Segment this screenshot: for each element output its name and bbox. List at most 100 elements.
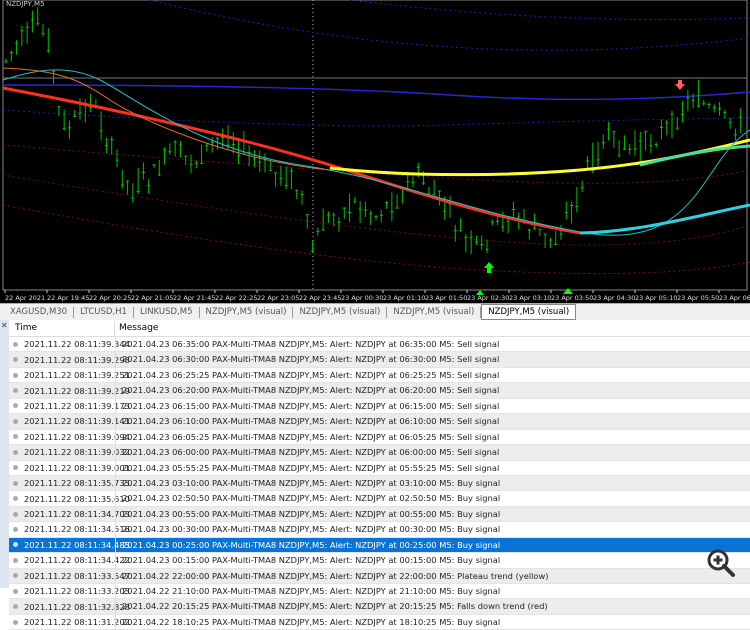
tab-6[interactable]: NZDJPY,M5 (visual) [387, 306, 482, 318]
row-message: 2021.04.23 00:30:00 PAX-Multi-TMA8 NZDJP… [115, 522, 500, 537]
x-tick-label: 22 Apr 23:05 [257, 294, 299, 302]
journal-header: Time Message [9, 319, 750, 337]
tab-2[interactable]: LTCUSD,H1 [74, 306, 134, 318]
x-tick-label: 23 Apr 00:30 [341, 294, 383, 302]
journal-row[interactable]: 2021.11.22 08:11:39.001 2021.04.23 05:55:… [9, 460, 750, 476]
close-icon[interactable]: ✕ [1, 321, 8, 330]
journal-row[interactable]: 2021.11.22 08:11:39.032 2021.04.23 06:00:… [9, 445, 750, 461]
info-icon [13, 542, 18, 548]
dark-red-band-2 [2, 174, 750, 246]
journal-row[interactable]: 2021.11.22 08:11:39.141 2021.04.23 06:10:… [9, 414, 750, 430]
info-icon [13, 357, 18, 363]
row-time: 2021.11.22 08:11:39.173 [24, 400, 130, 411]
row-time: 2021.11.22 08:11:34.422 [24, 555, 130, 566]
row-time: 2021.11.22 08:11:34.703 [24, 509, 130, 520]
journal-row[interactable]: 2021.11.22 08:11:39.298 2021.04.23 06:30:… [9, 352, 750, 368]
x-tick-label: 22 Apr 22:25 [215, 294, 257, 302]
x-tick-label: 22 Apr 2021 [5, 294, 45, 302]
zoom-in-icon[interactable] [706, 548, 736, 578]
candles [4, 7, 743, 255]
row-time: 2021.11.22 08:11:39.219 [24, 385, 130, 396]
row-time: 2021.11.22 08:11:39.251 [24, 370, 130, 381]
row-message: 2021.04.23 03:10:00 PAX-Multi-TMA8 NZDJP… [115, 475, 500, 491]
x-tick-label: 23 Apr 06: [719, 294, 750, 302]
x-tick-label: 23 Apr 04:30 [593, 294, 635, 302]
row-message: 2021.04.23 06:00:00 PAX-Multi-TMA8 NZDJP… [115, 445, 499, 460]
info-icon [13, 511, 18, 517]
row-time: 2021.11.22 08:11:35.610 [24, 493, 130, 504]
x-tick-label: 23 Apr 03:10 [509, 294, 551, 302]
info-icon [13, 465, 18, 471]
journal-row[interactable]: 2021.11.22 08:11:34.703 2021.04.23 00:55:… [9, 506, 750, 523]
x-tick-label: 22 Apr 21:45 [173, 294, 215, 302]
journal-row[interactable]: 2021.11.22 08:11:34.516 2021.04.23 00:30:… [9, 522, 750, 538]
x-tick-label: 22 Apr 19:45 [47, 294, 89, 302]
row-time: 2021.11.22 08:11:34.485 [24, 539, 130, 550]
row-message: 2021.04.23 06:25:25 PAX-Multi-TMA8 NZDJP… [115, 367, 499, 383]
info-icon [13, 496, 18, 502]
price-chart[interactable]: 22 Apr 2021 22 Apr 19:45 22 Apr 20:25 22 Ap… [0, 0, 750, 303]
buy-arrow-icon [484, 262, 494, 273]
tab-4[interactable]: NZDJPY,M5 (visual) [200, 306, 294, 318]
row-message: 2021.04.23 06:20:00 PAX-Multi-TMA8 NZDJP… [115, 383, 499, 398]
ma-red-line [2, 86, 581, 235]
upper-band-1 [149, 0, 750, 51]
journal-row[interactable]: 2021.11.22 08:11:35.735 2021.04.23 03:10:… [9, 475, 750, 492]
info-icon [13, 526, 18, 532]
x-tick-label: 23 Apr 05:10 [635, 294, 677, 302]
row-message: 2021.04.23 00:55:00 PAX-Multi-TMA8 NZDJP… [115, 506, 500, 522]
journal-row[interactable]: 2021.11.22 08:11:34.485 2021.04.23 00:25:… [9, 537, 750, 554]
journal-row[interactable]: 2021.11.22 08:11:33.547 2021.04.22 22:00:… [9, 568, 750, 584]
info-icon [13, 403, 18, 409]
x-tick-label: 23 Apr 01:10 [383, 294, 425, 302]
journal-row[interactable]: 2021.11.22 08:11:35.610 2021.04.23 02:50:… [9, 491, 750, 507]
row-time: 2021.11.22 08:11:39.141 [24, 416, 130, 427]
row-message: 2021.04.22 18:10:25 PAX-Multi-TMA8 NZDJP… [115, 614, 500, 630]
journal-row[interactable]: 2021.11.22 08:11:39.173 2021.04.23 06:15:… [9, 398, 750, 415]
tab-3[interactable]: LINKUSD,M5 [134, 306, 200, 318]
fast-ma-line [2, 69, 750, 236]
row-message: 2021.04.23 06:05:25 PAX-Multi-TMA8 NZDJP… [115, 429, 499, 445]
x-tick-label: 22 Apr 23:45 [299, 294, 341, 302]
row-time: 2021.11.22 08:11:33.547 [24, 570, 130, 581]
x-tick-label: 22 Apr 21:05 [131, 294, 173, 302]
info-icon [13, 388, 18, 394]
row-time: 2021.11.22 08:11:39.001 [24, 462, 130, 473]
cyan-ma-line [579, 203, 750, 235]
chart-symbol-label: NZDJPY,M5 [6, 0, 45, 8]
info-icon [13, 480, 18, 486]
column-header-message[interactable]: Message [115, 323, 158, 333]
x-tick-label: 22 Apr 20:25 [89, 294, 131, 302]
info-icon [13, 418, 18, 424]
column-header-time[interactable]: Time [9, 319, 115, 337]
journal-row[interactable]: 2021.11.22 08:11:39.219 2021.04.23 06:20:… [9, 383, 750, 399]
panel-side-strip [0, 320, 9, 588]
journal-row[interactable]: 2021.11.22 08:11:31.202 2021.04.22 18:10:… [9, 614, 750, 630]
journal-row[interactable]: 2021.11.22 08:11:39.344 2021.04.23 06:35:… [9, 337, 750, 353]
tab-5[interactable]: NZDJPY,M5 (visual) [293, 306, 388, 318]
info-icon [13, 557, 18, 563]
row-time: 2021.11.22 08:11:32.828 [24, 601, 130, 612]
time-axis: 22 Apr 2021 22 Apr 19:45 22 Apr 20:25 22 Ap… [4, 290, 750, 302]
info-icon [13, 604, 18, 610]
row-time: 2021.11.22 08:11:39.032 [24, 447, 130, 458]
info-icon [13, 341, 18, 347]
row-time: 2021.11.22 08:11:34.516 [24, 524, 130, 535]
tab-7[interactable]: NZDJPY,M5 (visual) [481, 303, 577, 320]
journal-row[interactable]: 2021.11.22 08:11:33.203 2021.04.22 21:10:… [9, 584, 750, 600]
info-icon [13, 619, 18, 625]
row-time: 2021.11.22 08:11:39.094 [24, 431, 130, 442]
row-time: 2021.11.22 08:11:39.344 [24, 339, 130, 350]
tab-1[interactable]: XAGUSD,M30 [0, 306, 75, 318]
journal-row[interactable]: 2021.11.22 08:11:39.251 2021.04.23 06:25:… [9, 367, 750, 384]
row-message: 2021.04.22 20:15:25 PAX-Multi-TMA8 NZDJP… [115, 599, 548, 614]
journal-row[interactable]: 2021.11.22 08:11:39.094 2021.04.23 06:05:… [9, 429, 750, 446]
row-time: 2021.11.22 08:11:31.202 [24, 617, 130, 628]
chart-tabs: XAGUSD,M30 LTCUSD,H1 LINKUSD,M5 NZDJPY,M5 (… [0, 303, 750, 320]
journal-row[interactable]: 2021.11.22 08:11:34.422 2021.04.23 00:15:… [9, 553, 750, 569]
row-message: 2021.04.23 06:35:00 PAX-Multi-TMA8 NZDJP… [115, 337, 499, 352]
blue-band [2, 84, 750, 101]
row-message: 2021.04.22 22:00:00 PAX-Multi-TMA8 NZDJP… [115, 568, 549, 583]
info-icon [13, 372, 18, 378]
journal-row[interactable]: 2021.11.22 08:11:32.828 2021.04.22 20:15:… [9, 599, 750, 615]
